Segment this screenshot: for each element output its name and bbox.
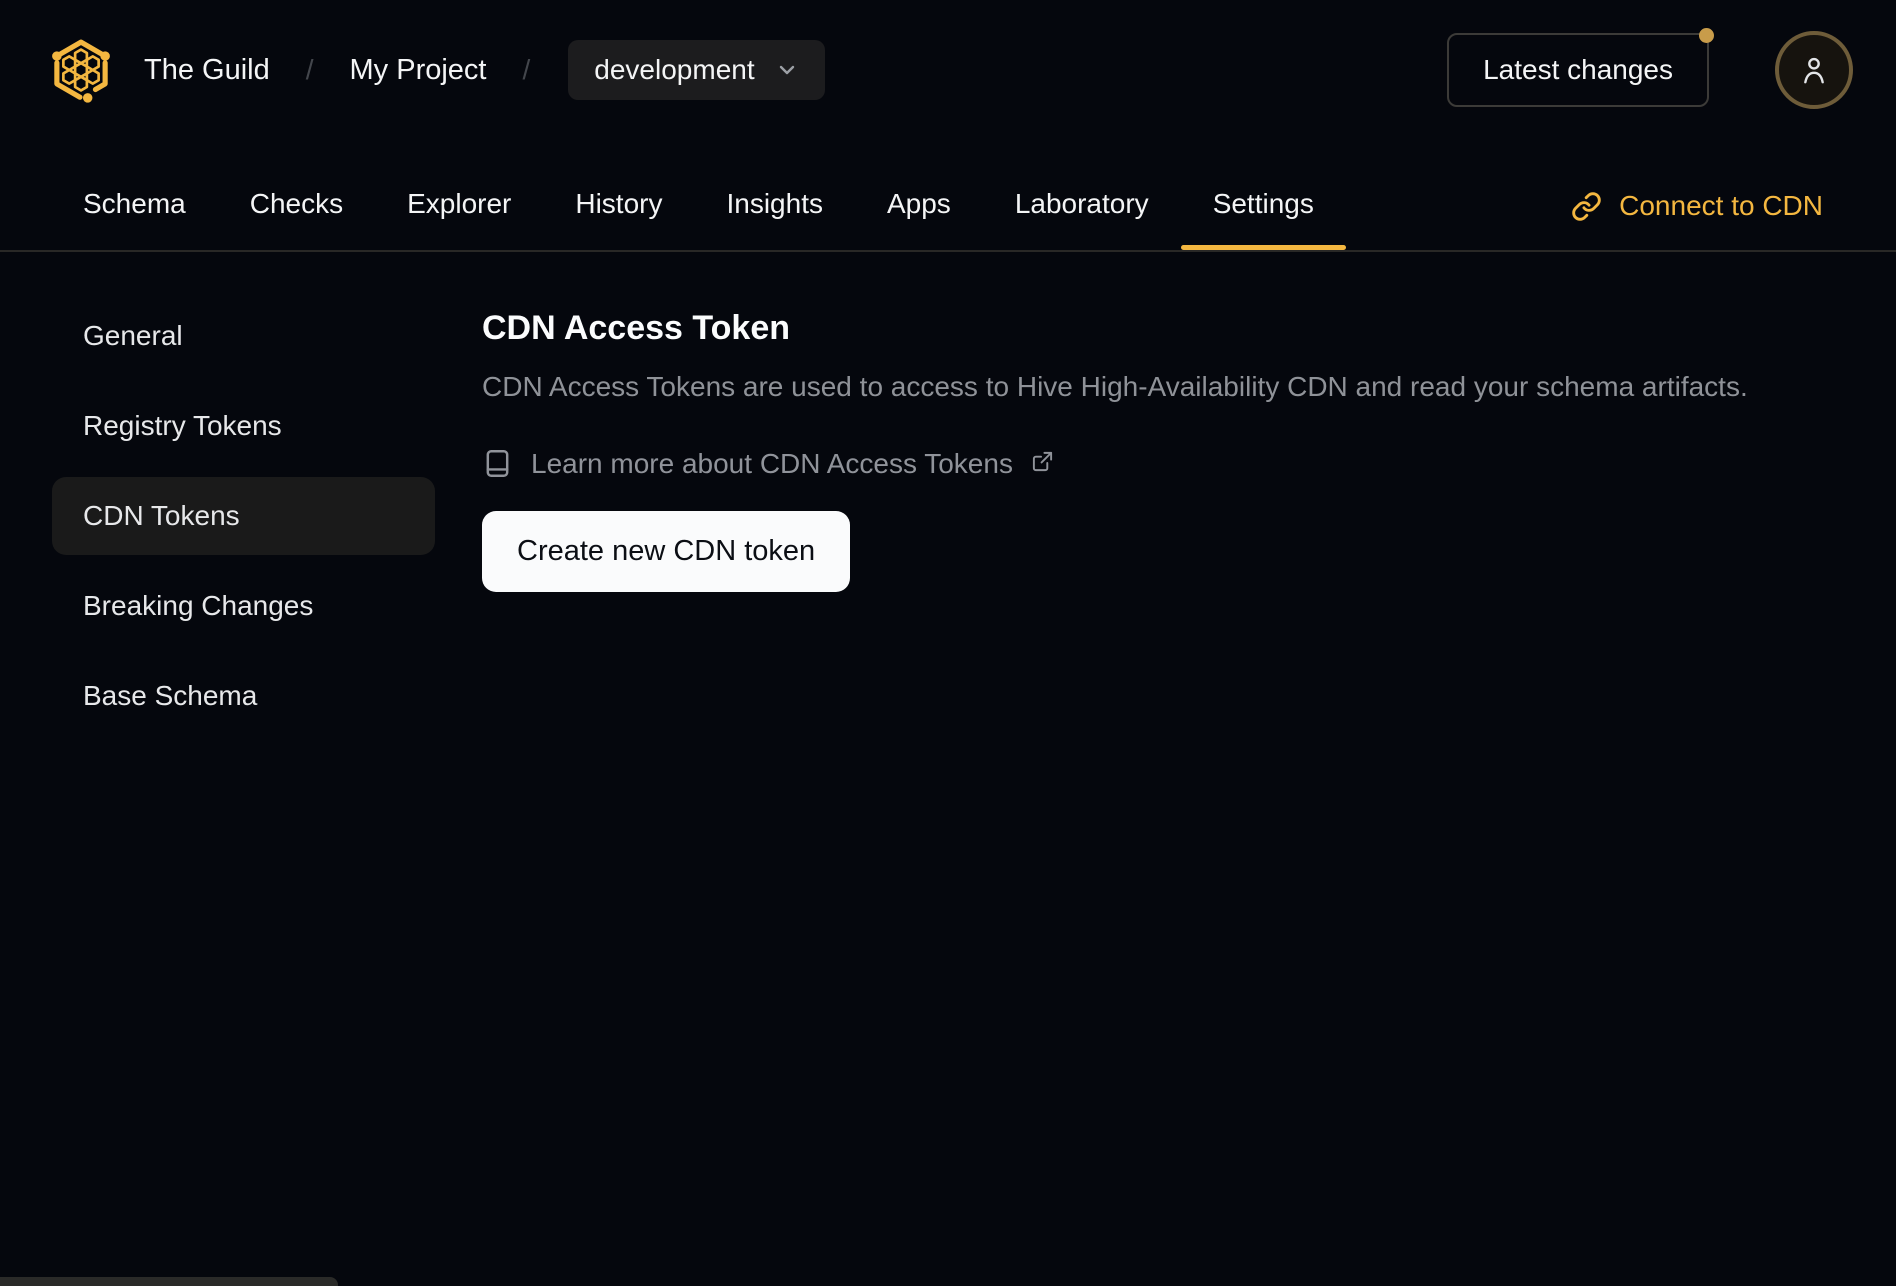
target-selector-value: development <box>594 54 755 85</box>
tab-apps[interactable]: Apps <box>855 188 983 250</box>
sidebar-item-cdn-tokens[interactable]: CDN Tokens <box>52 477 435 555</box>
app-root: The Guild / My Project / development Lat… <box>0 0 1896 1286</box>
chevron-down-icon <box>779 65 794 75</box>
sidebar-item-base-schema[interactable]: Base Schema <box>52 657 435 735</box>
notification-dot <box>1699 28 1714 43</box>
connect-to-cdn-link[interactable]: Connect to CDN <box>1571 190 1823 250</box>
tab-insights[interactable]: Insights <box>694 188 855 250</box>
tab-explorer[interactable]: Explorer <box>375 188 543 250</box>
latest-changes-button[interactable]: Latest changes <box>1447 28 1714 107</box>
user-menu-button[interactable] <box>1775 31 1853 109</box>
settings-content: General Registry Tokens CDN Tokens Break… <box>0 252 1896 747</box>
user-icon <box>1804 57 1824 84</box>
tab-bar: Schema Checks Explorer History Insights … <box>0 140 1896 252</box>
main-content: CDN Access Token CDN Access Tokens are u… <box>482 297 1853 592</box>
create-cdn-token-button[interactable]: Create new CDN token <box>482 511 851 592</box>
learn-more-label: Learn more about CDN Access Tokens <box>531 447 1013 479</box>
connect-to-cdn-label: Connect to CDN <box>1619 190 1823 221</box>
tab-schema[interactable]: Schema <box>51 188 218 250</box>
tab-checks[interactable]: Checks <box>218 188 375 250</box>
tab-history[interactable]: History <box>543 188 694 250</box>
breadcrumb-separator: / <box>305 54 314 85</box>
sidebar-item-registry-tokens[interactable]: Registry Tokens <box>52 387 435 465</box>
page-title: CDN Access Token <box>482 309 790 347</box>
tab-laboratory[interactable]: Laboratory <box>983 188 1181 250</box>
breadcrumb-org-link[interactable]: The Guild <box>144 54 270 87</box>
sidebar-item-breaking-changes[interactable]: Breaking Changes <box>52 567 435 645</box>
book-icon <box>486 450 509 477</box>
header-actions: Latest changes <box>1447 28 1853 109</box>
learn-more-link[interactable]: Learn more about CDN Access Tokens <box>482 447 1054 480</box>
page-description: CDN Access Tokens are used to access to … <box>482 371 1748 402</box>
breadcrumb-separator: / <box>522 54 531 85</box>
breadcrumb-project-link[interactable]: My Project <box>350 54 487 87</box>
target-selector-dropdown[interactable]: development <box>568 40 825 100</box>
latest-changes-label: Latest changes <box>1483 54 1673 85</box>
bottom-left-partial-element <box>0 1277 338 1286</box>
hive-logo-icon[interactable] <box>48 37 114 103</box>
header: The Guild / My Project / development Lat… <box>0 0 1896 140</box>
sidebar-item-general[interactable]: General <box>52 297 435 375</box>
tab-settings[interactable]: Settings <box>1180 188 1347 250</box>
settings-sidebar: General Registry Tokens CDN Tokens Break… <box>52 297 435 747</box>
breadcrumb: The Guild / My Project / development <box>144 40 825 100</box>
external-link-icon <box>1032 451 1053 472</box>
link-icon <box>1572 191 1601 221</box>
